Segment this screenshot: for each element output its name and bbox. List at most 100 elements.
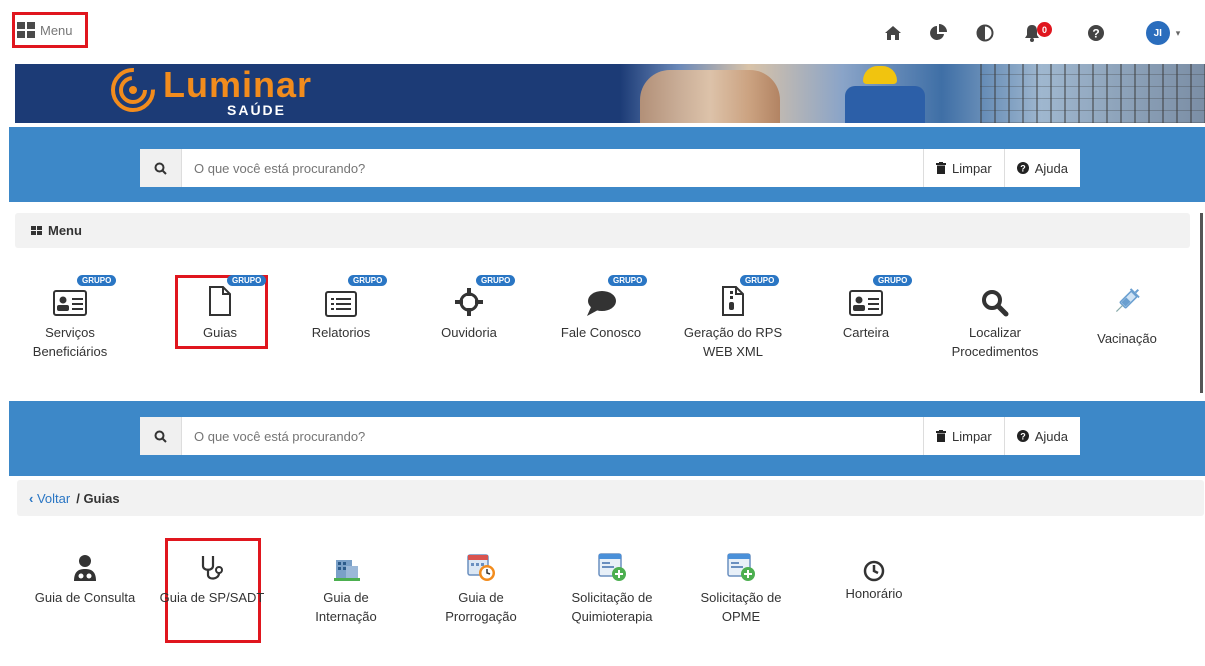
menu-item-icon-wrap: GRUPO bbox=[414, 275, 524, 317]
menu-panel-header: Menu bbox=[15, 213, 1190, 248]
svg-text:?: ? bbox=[1020, 432, 1026, 442]
scrollbar[interactable] bbox=[1200, 213, 1203, 393]
contrast-icon[interactable] bbox=[972, 18, 998, 48]
menu-item-icon-wrap: GRUPO bbox=[165, 275, 275, 317]
menu-item-carteira[interactable]: GRUPO Carteira bbox=[811, 275, 921, 342]
search-box: Limpar ? Ajuda bbox=[140, 417, 1080, 455]
guia-item-opme[interactable]: Solicitação de OPME bbox=[686, 548, 796, 626]
menu-item-geracao-rps[interactable]: GRUPO Geração do RPS WEB XML bbox=[678, 275, 788, 361]
guia-item-internacao[interactable]: Guia de Internação bbox=[291, 548, 401, 626]
question-circle-icon: ? bbox=[1016, 162, 1029, 174]
speech-bubble-icon bbox=[587, 291, 616, 316]
user-menu[interactable]: JI ▾ bbox=[1133, 18, 1193, 48]
menu-item-icon-wrap: GRUPO bbox=[678, 275, 788, 317]
add-form-icon bbox=[598, 553, 626, 581]
guia-item-icon-wrap bbox=[819, 548, 929, 582]
luminar-swirl-icon bbox=[111, 68, 155, 112]
help-button[interactable]: ? Ajuda bbox=[1003, 417, 1080, 455]
guia-item-consulta[interactable]: Guia de Consulta bbox=[30, 548, 140, 607]
menu-item-label: Geração do RPS WEB XML bbox=[683, 325, 783, 359]
tower-lines bbox=[980, 64, 1205, 123]
menu-item-label: Guias bbox=[203, 325, 237, 340]
clear-button-label: Limpar bbox=[952, 428, 992, 444]
menu-panel-title: Menu bbox=[48, 223, 82, 238]
guia-item-icon-wrap bbox=[557, 548, 667, 582]
menu-item-ouvidoria[interactable]: GRUPO Ouvidoria bbox=[414, 275, 524, 342]
clear-button[interactable]: Limpar bbox=[923, 417, 1004, 455]
menu-item-icon-wrap bbox=[940, 277, 1050, 317]
menu-item-relatorios[interactable]: GRUPO Relatorios bbox=[286, 275, 396, 342]
help-button-label: Ajuda bbox=[1034, 160, 1068, 176]
banner-photo bbox=[620, 64, 1205, 123]
trash-icon bbox=[936, 162, 946, 174]
guia-item-prorrogacao[interactable]: Guia de Prorrogação bbox=[426, 548, 536, 626]
help-button[interactable]: ? Ajuda bbox=[1003, 149, 1080, 187]
back-link-label: Voltar bbox=[36, 490, 71, 506]
guia-item-icon-wrap bbox=[426, 548, 536, 582]
add-form-icon bbox=[727, 553, 755, 581]
top-icons-group: 0 ? JI ▾ bbox=[865, 18, 1205, 48]
breadcrumb: ‹ Voltar / Guias bbox=[17, 480, 1204, 516]
search-icon[interactable] bbox=[140, 417, 182, 455]
group-badge: GRUPO bbox=[77, 275, 117, 286]
menu-item-label: Vacinação bbox=[1097, 331, 1157, 346]
group-badge: GRUPO bbox=[227, 275, 267, 286]
menu-item-fale-conosco[interactable]: GRUPO Fale Conosco bbox=[546, 275, 656, 342]
group-badge: GRUPO bbox=[873, 275, 913, 286]
people-group bbox=[640, 70, 780, 123]
clear-button[interactable]: Limpar bbox=[923, 149, 1004, 187]
id-card-icon bbox=[53, 290, 87, 316]
notification-bell-icon[interactable]: 0 bbox=[1020, 18, 1054, 48]
home-icon[interactable] bbox=[880, 18, 906, 48]
search-input[interactable] bbox=[182, 417, 923, 455]
svg-text:?: ? bbox=[1020, 164, 1026, 174]
menu-item-label: Ouvidoria bbox=[441, 325, 497, 340]
calendar-clock-icon bbox=[467, 554, 495, 581]
group-badge: GRUPO bbox=[476, 275, 516, 286]
hospital-icon bbox=[334, 560, 360, 581]
search-input[interactable] bbox=[182, 149, 923, 187]
breadcrumb-current: / Guias bbox=[76, 490, 120, 506]
search-band-bottom: Limpar ? Ajuda bbox=[9, 401, 1205, 476]
xml-file-icon bbox=[722, 286, 744, 316]
search-icon[interactable] bbox=[140, 149, 182, 187]
caret-down-icon: ▾ bbox=[1175, 27, 1181, 38]
guia-item-sp-sadt[interactable]: Guia de SP/SADT bbox=[157, 548, 267, 607]
search-box: Limpar ? Ajuda bbox=[140, 149, 1080, 187]
help-icon[interactable]: ? bbox=[1083, 18, 1109, 48]
group-badge: GRUPO bbox=[608, 275, 648, 286]
menu-item-servicos-beneficiarios[interactable]: GRUPO Serviços Beneficiários bbox=[15, 275, 125, 361]
menu-item-icon-wrap: GRUPO bbox=[546, 275, 656, 317]
menu-item-vacinacao[interactable]: Vacinação bbox=[1072, 277, 1182, 348]
chevron-left-icon: ‹ bbox=[29, 490, 34, 506]
avatar: JI bbox=[1145, 21, 1170, 45]
guia-item-label: Honorário bbox=[845, 586, 903, 601]
clock-icon bbox=[863, 560, 885, 582]
list-icon bbox=[325, 291, 357, 317]
help-button-label: Ajuda bbox=[1034, 428, 1068, 444]
back-link[interactable]: ‹ Voltar bbox=[29, 491, 70, 506]
menu-button[interactable]: Menu bbox=[12, 12, 88, 48]
worker-helmet bbox=[863, 66, 897, 84]
doctor-icon bbox=[74, 555, 96, 581]
svg-text:?: ? bbox=[1092, 27, 1099, 41]
document-icon bbox=[209, 286, 231, 316]
menu-item-label: Serviços Beneficiários bbox=[32, 325, 108, 359]
pie-chart-icon[interactable] bbox=[925, 18, 951, 48]
menu-item-localizar-procedimentos[interactable]: Localizar Procedimentos bbox=[940, 277, 1050, 361]
guia-item-label: Guia de Internação bbox=[315, 590, 377, 624]
guia-item-label: Guia de Consulta bbox=[34, 590, 136, 605]
syringe-icon bbox=[1115, 288, 1140, 313]
guia-item-label: Solicitação de Quimioterapia bbox=[571, 590, 653, 624]
guia-item-label: Guia de SP/SADT bbox=[159, 590, 265, 605]
question-circle-icon: ? bbox=[1016, 430, 1029, 442]
worker-body bbox=[845, 86, 925, 123]
menu-item-guias[interactable]: GRUPO Guias bbox=[165, 275, 275, 342]
menu-item-label: Relatorios bbox=[311, 325, 371, 340]
guia-item-quimioterapia[interactable]: Solicitação de Quimioterapia bbox=[557, 548, 667, 626]
guia-item-icon-wrap bbox=[157, 548, 267, 582]
guia-item-honorario[interactable]: Honorário bbox=[819, 548, 929, 603]
trash-icon bbox=[936, 430, 946, 442]
guia-item-icon-wrap bbox=[291, 548, 401, 582]
grid-icon bbox=[17, 22, 35, 38]
